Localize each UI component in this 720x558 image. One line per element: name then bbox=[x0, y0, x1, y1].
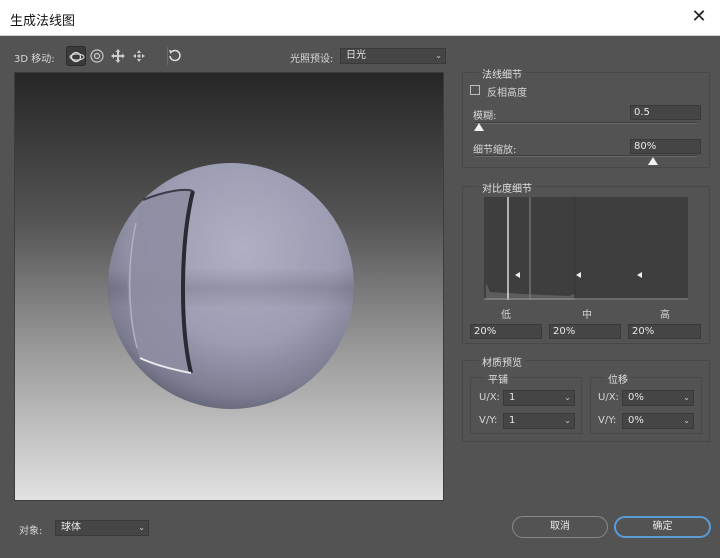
pan-icon[interactable] bbox=[108, 46, 128, 66]
invert-height-label: 反相高度 bbox=[487, 88, 527, 99]
move-3d-label: 3D 移动: bbox=[14, 54, 55, 65]
tile-vy-select[interactable]: 1 ⌄ bbox=[503, 413, 575, 429]
tile-ux-select[interactable]: 1 ⌄ bbox=[503, 390, 575, 406]
offset-ux-value: 0% bbox=[628, 392, 644, 403]
close-button[interactable]: ✕ bbox=[688, 6, 710, 28]
object-value: 球体 bbox=[61, 522, 81, 533]
tile-vy-label: V/Y: bbox=[479, 415, 498, 426]
offset-title: 位移 bbox=[605, 371, 631, 386]
detail-scale-label: 细节缩放: bbox=[473, 145, 517, 156]
tile-title: 平铺 bbox=[485, 371, 511, 386]
slide-icon[interactable] bbox=[129, 46, 149, 66]
histogram-plot bbox=[484, 197, 688, 300]
tile-vy-value: 1 bbox=[509, 415, 516, 426]
blur-input[interactable]: 0.5 bbox=[630, 105, 701, 120]
light-preset-select[interactable]: 日光 ⌄ bbox=[340, 48, 446, 64]
blur-slider-track[interactable] bbox=[475, 122, 697, 124]
chevron-down-icon: ⌄ bbox=[683, 416, 690, 425]
chevron-down-icon: ⌄ bbox=[683, 393, 690, 402]
high-input[interactable]: 20% bbox=[628, 324, 701, 339]
normal-detail-title: 法线细节 bbox=[479, 66, 525, 81]
mid-marker[interactable] bbox=[576, 272, 581, 278]
blur-slider-thumb[interactable] bbox=[474, 123, 485, 131]
3d-preview-canvas[interactable] bbox=[14, 72, 444, 501]
object-select[interactable]: 球体 ⌄ bbox=[55, 520, 149, 536]
chevron-down-icon: ⌄ bbox=[138, 523, 145, 532]
detail-scale-slider-thumb[interactable] bbox=[647, 157, 658, 165]
orbit-icon[interactable] bbox=[66, 46, 86, 66]
tile-ux-label: U/X: bbox=[479, 392, 500, 403]
toolbar: 3D 移动: 光照预设: 日光 ⌄ bbox=[14, 46, 454, 68]
contrast-histogram[interactable] bbox=[484, 197, 688, 300]
low-label: 低 bbox=[501, 310, 511, 321]
mid-label: 中 bbox=[582, 310, 592, 321]
high-label: 高 bbox=[660, 310, 670, 321]
ok-button[interactable]: 确定 bbox=[614, 516, 711, 538]
contrast-detail-title: 对比度细节 bbox=[479, 180, 535, 195]
chevron-down-icon: ⌄ bbox=[435, 51, 442, 60]
low-input[interactable]: 20% bbox=[470, 324, 542, 339]
chevron-down-icon: ⌄ bbox=[564, 393, 571, 402]
sphere-preview bbox=[108, 163, 354, 409]
offset-ux-label: U/X: bbox=[598, 392, 619, 403]
material-preview-title: 材质预览 bbox=[479, 354, 525, 369]
tile-ux-value: 1 bbox=[509, 392, 516, 403]
cancel-button[interactable]: 取消 bbox=[512, 516, 608, 538]
rotate-icon[interactable] bbox=[87, 46, 107, 66]
detail-scale-slider-track[interactable] bbox=[475, 155, 697, 157]
offset-vy-label: V/Y: bbox=[598, 415, 617, 426]
low-marker[interactable] bbox=[515, 272, 520, 278]
generate-normal-map-dialog: 生成法线图 ✕ 3D 移动: 光照预设: 日光 ⌄ 法线细节 反相高度 模糊: … bbox=[0, 0, 720, 558]
object-label: 对象: bbox=[19, 526, 43, 537]
offset-vy-select[interactable]: 0% ⌄ bbox=[622, 413, 694, 429]
detail-scale-input[interactable]: 80% bbox=[630, 139, 701, 154]
offset-vy-value: 0% bbox=[628, 415, 644, 426]
dialog-title: 生成法线图 bbox=[10, 14, 76, 29]
invert-height-checkbox[interactable] bbox=[470, 85, 480, 95]
chevron-down-icon: ⌄ bbox=[564, 416, 571, 425]
offset-ux-select[interactable]: 0% ⌄ bbox=[622, 390, 694, 406]
light-preset-label: 光照预设: bbox=[290, 54, 334, 65]
reset-view-icon[interactable] bbox=[164, 46, 184, 66]
high-marker[interactable] bbox=[637, 272, 642, 278]
mid-input[interactable]: 20% bbox=[549, 324, 621, 339]
title-bar: 生成法线图 ✕ bbox=[0, 0, 720, 36]
blur-label: 模糊: bbox=[473, 111, 497, 122]
light-preset-value: 日光 bbox=[346, 50, 366, 61]
